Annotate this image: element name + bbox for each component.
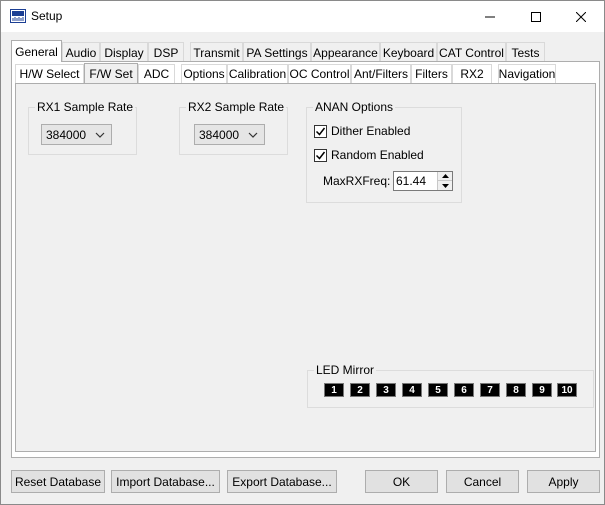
rx2-sample-rate-title: RX2 Sample Rate [186,100,287,114]
maxrxfreq-label: MaxRXFreq: [323,174,391,188]
reset-database-button[interactable]: Reset Database [11,470,105,493]
tab-transmit[interactable]: Transmit [190,42,243,62]
tab-pa-settings[interactable]: PA Settings [243,42,311,62]
checkbox-box[interactable] [314,124,327,138]
check-icon [315,151,326,160]
tab-keyboard[interactable]: Keyboard [380,42,437,62]
import-database-button[interactable]: Import Database... [111,470,220,493]
rx1-sample-rate-title: RX1 Sample Rate [35,100,136,114]
tab-options[interactable]: Options [181,64,227,83]
maxrxfreq-value[interactable]: 61.44 [396,174,426,188]
led-button-7[interactable]: 7 [480,383,500,397]
export-database-button[interactable]: Export Database... [227,470,337,493]
tab-audio[interactable]: Audio [62,42,100,62]
led-button-5[interactable]: 5 [428,383,448,397]
tab-fw-set[interactable]: F/W Set [84,63,138,83]
led-button-1[interactable]: 1 [324,383,344,397]
cancel-button[interactable]: Cancel [446,470,519,493]
window-title: Setup [31,9,63,23]
tab-appearance[interactable]: Appearance [311,42,380,62]
check-icon [315,127,326,136]
rx2-sample-rate-select[interactable]: 384000 [194,124,265,145]
rx2-sample-rate-value: 384000 [199,127,240,142]
tab-display[interactable]: Display [100,42,148,62]
spinner-buttons [437,172,452,190]
minimize-button[interactable] [467,1,513,32]
title-bar: Setup [1,1,604,32]
tab-general[interactable]: General [11,40,62,62]
led-button-6[interactable]: 6 [454,383,474,397]
anan-options-title: ANAN Options [313,100,396,114]
rx1-sample-rate-select[interactable]: 384000 [41,124,112,145]
tab-filters[interactable]: Filters [411,64,452,83]
minimize-icon [485,16,495,17]
tab-rx2[interactable]: RX2 [452,64,492,83]
led-button-8[interactable]: 8 [506,383,526,397]
tab-hw-select[interactable]: H/W Select [15,64,84,83]
rx1-sample-rate-value: 384000 [46,127,87,142]
dither-enabled-checkbox[interactable]: Dither Enabled [314,124,410,138]
tab-calibration[interactable]: Calibration [227,64,288,83]
spinner-down-button[interactable] [438,181,452,190]
tab-dsp[interactable]: DSP [148,42,184,62]
tab-adc[interactable]: ADC [138,64,175,83]
tab-cat-control[interactable]: CAT Control [437,42,506,62]
close-button[interactable] [558,1,604,32]
tab-ant-filters[interactable]: Ant/Filters [351,64,411,83]
dither-enabled-label: Dither Enabled [331,124,411,138]
tab-navigation[interactable]: Navigation [498,64,556,83]
random-enabled-label: Random Enabled [331,148,424,162]
setup-window: Setup General Audio Display DSP Transmit… [0,0,605,505]
chevron-down-icon [248,132,258,138]
chevron-down-icon [95,132,105,138]
checkbox-box[interactable] [314,148,327,162]
led-button-2[interactable]: 2 [350,383,370,397]
close-icon [576,11,586,22]
led-button-4[interactable]: 4 [402,383,422,397]
led-button-9[interactable]: 9 [532,383,552,397]
apply-button[interactable]: Apply [527,470,600,493]
maxrxfreq-spinner[interactable]: 61.44 [393,171,453,191]
app-icon [10,9,26,23]
spinner-up-button[interactable] [438,172,452,181]
maximize-button[interactable] [513,1,559,32]
random-enabled-checkbox[interactable]: Random Enabled [314,148,424,162]
tab-oc-control[interactable]: OC Control [288,64,351,83]
ok-button[interactable]: OK [365,470,438,493]
caret-up-icon [441,174,449,178]
caret-down-icon [441,183,449,188]
tab-tests[interactable]: Tests [506,42,545,62]
led-mirror-title: LED Mirror [314,363,377,377]
maximize-icon [531,11,541,22]
led-button-3[interactable]: 3 [376,383,396,397]
led-button-10[interactable]: 10 [557,383,577,397]
